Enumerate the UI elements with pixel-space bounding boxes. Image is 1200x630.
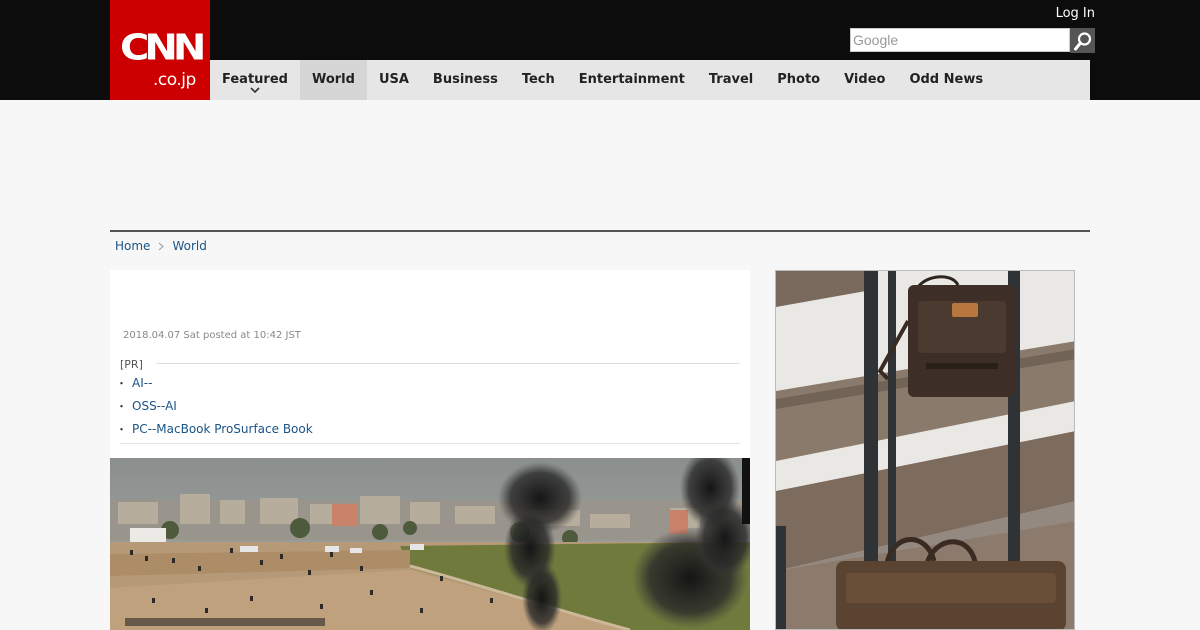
- nav-item-usa[interactable]: USA: [367, 60, 421, 100]
- pr-divider: [120, 443, 740, 444]
- nav-item-photo[interactable]: Photo: [765, 60, 832, 100]
- breadcrumb-world[interactable]: World: [172, 238, 206, 254]
- nav-item-label: Video: [844, 72, 886, 87]
- list-item: AI--: [116, 372, 740, 395]
- search-button[interactable]: [1070, 28, 1095, 53]
- article-timestamp: 2018.04.07 Sat posted at 10:42 JST: [123, 330, 301, 341]
- main-nav: Featured World USA Business Tech Enterta…: [210, 60, 1090, 100]
- article-card: 2018.04.07 Sat posted at 10:42 JST [PR] …: [110, 270, 750, 630]
- nav-item-label: Photo: [777, 72, 821, 87]
- pr-link[interactable]: AI--: [132, 376, 152, 390]
- nav-item-label: World: [311, 72, 355, 87]
- nav-item-label: Tech: [521, 72, 555, 87]
- search-icon: [1074, 32, 1092, 51]
- chevron-down-icon: [250, 87, 260, 94]
- nav-item-travel[interactable]: Travel: [697, 60, 765, 100]
- nav-item-label: Travel: [708, 72, 754, 87]
- breadcrumb: Home World: [115, 238, 207, 254]
- nav-item-tech[interactable]: Tech: [510, 60, 567, 100]
- logo-wordmark: CNN: [120, 27, 206, 69]
- nav-item-label: Featured: [222, 72, 288, 87]
- nav-item-business[interactable]: Business: [421, 60, 510, 100]
- nav-item-label: Business: [432, 72, 498, 87]
- pr-link[interactable]: PC--MacBook ProSurface Book: [132, 422, 313, 436]
- site-header: CNN .co.jp Log In Google Featured World …: [0, 0, 1200, 100]
- photo-credit-strip: [742, 458, 750, 524]
- breadcrumb-home[interactable]: Home: [115, 238, 150, 254]
- chevron-right-icon: [159, 242, 165, 250]
- pr-link[interactable]: OSS--AI: [132, 399, 177, 413]
- login-link[interactable]: Log In: [1056, 6, 1095, 22]
- logo-domain: .co.jp: [153, 70, 196, 90]
- nav-item-entertainment[interactable]: Entertainment: [567, 60, 697, 100]
- nav-item-label: USA: [378, 72, 409, 87]
- section-divider: [110, 230, 1090, 232]
- nav-item-video[interactable]: Video: [832, 60, 897, 100]
- pr-link-list: AI-- OSS--AI PC--MacBook ProSurface Book: [116, 372, 740, 441]
- nav-item-label: Odd News: [909, 72, 984, 87]
- nav-item-odd-news[interactable]: Odd News: [897, 60, 995, 100]
- nav-item-world[interactable]: World: [299, 60, 367, 100]
- pr-label: [PR]: [120, 358, 740, 372]
- ad-image: [776, 271, 1074, 629]
- list-item: PC--MacBook ProSurface Book: [116, 418, 740, 441]
- nav-item-label: Entertainment: [578, 72, 685, 87]
- cnn-logo[interactable]: CNN .co.jp: [110, 0, 210, 100]
- sidebar-ad[interactable]: [775, 270, 1075, 630]
- search-input[interactable]: Google: [850, 28, 1070, 52]
- article-photo[interactable]: [110, 448, 750, 630]
- pr-links-block: [PR] AI-- OSS--AI PC--MacBook ProSurface…: [116, 358, 740, 444]
- list-item: OSS--AI: [116, 395, 740, 418]
- nav-item-featured[interactable]: Featured: [210, 60, 300, 100]
- photo-scene: [110, 448, 750, 630]
